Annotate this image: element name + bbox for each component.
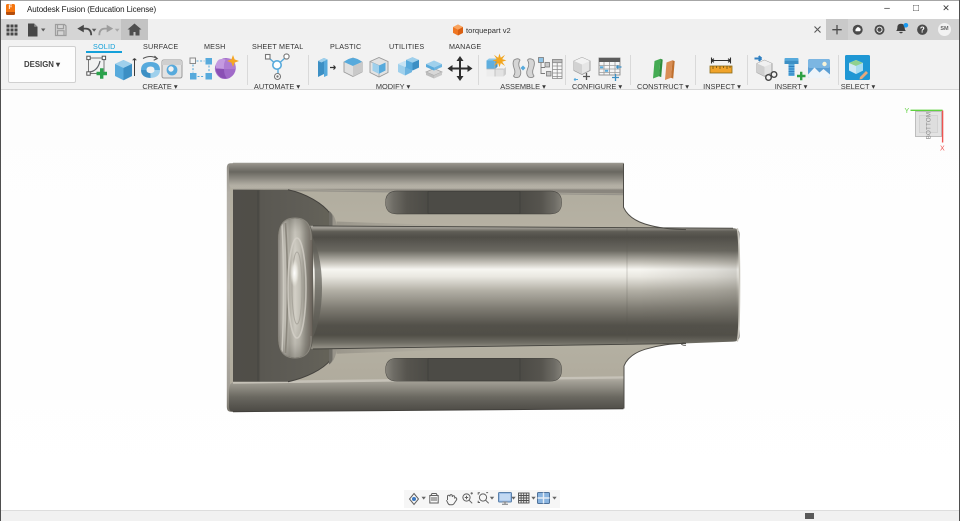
svg-text:X: X xyxy=(940,146,945,153)
svg-text:Y: Y xyxy=(905,108,910,115)
